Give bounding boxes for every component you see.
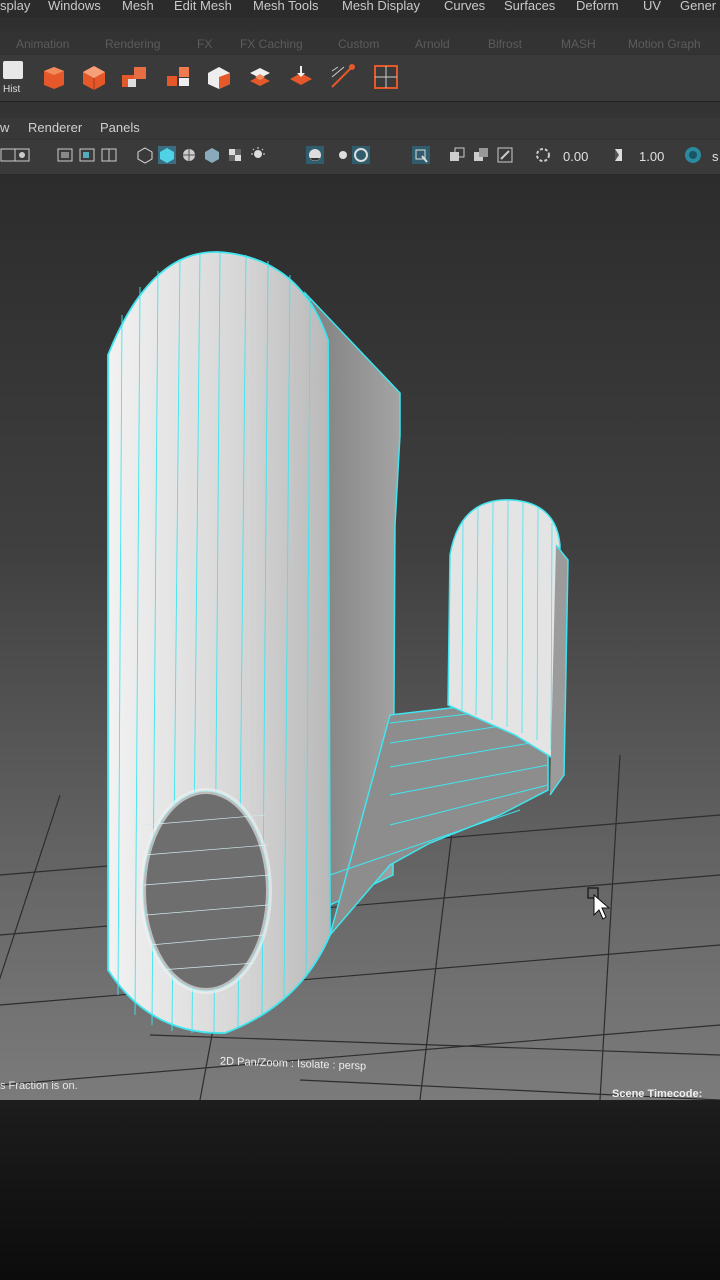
hud-scene-timecode: Scene Timecode: <box>612 1088 703 1100</box>
polygon-modeling-shelf: Hist <box>0 55 720 102</box>
gamma-icon[interactable] <box>610 146 628 164</box>
history-button[interactable]: Hist <box>0 58 28 98</box>
menu-surfaces[interactable]: Surfaces <box>504 0 555 13</box>
extract-icon[interactable] <box>205 63 233 91</box>
status-line: s Fraction is on. <box>0 1080 78 1092</box>
menu-edit-mesh[interactable]: Edit Mesh <box>174 0 232 13</box>
combine-icon[interactable] <box>120 63 148 91</box>
smooth-icon[interactable] <box>246 63 274 91</box>
uv-editor-icon[interactable] <box>372 63 400 91</box>
monitor-bezel <box>0 1108 720 1280</box>
resolution-gate-icon[interactable] <box>100 146 118 164</box>
xray-icon[interactable] <box>448 146 466 164</box>
bridge-icon[interactable] <box>287 63 315 91</box>
wireframe-on-shaded-icon[interactable] <box>180 146 198 164</box>
color-management-icon[interactable] <box>684 146 702 164</box>
tab-custom[interactable]: Custom <box>338 37 379 51</box>
menu-mesh-display[interactable]: Mesh Display <box>342 0 420 13</box>
tab-animation[interactable]: Animation <box>16 37 69 51</box>
menu-renderer[interactable]: Renderer <box>28 120 82 135</box>
tab-mash[interactable]: MASH <box>561 37 596 51</box>
mouse-cursor-icon <box>587 887 611 920</box>
viewport-scene <box>0 251 720 1100</box>
exposure-value[interactable]: 0.00 <box>563 149 588 164</box>
separate-icon[interactable] <box>164 63 192 91</box>
xray-joints-icon[interactable] <box>472 146 490 164</box>
tab-arnold[interactable]: Arnold <box>415 37 450 51</box>
tab-rendering[interactable]: Rendering <box>105 37 160 51</box>
motion-blur-icon[interactable] <box>352 146 370 164</box>
panel-menubar: w Renderer Panels <box>0 118 720 138</box>
gamma-value[interactable]: 1.00 <box>639 149 664 164</box>
menu-view[interactable]: w <box>0 120 9 135</box>
polygon-prism-icon[interactable] <box>40 63 68 91</box>
shadows-icon[interactable] <box>306 146 324 164</box>
perspective-viewport[interactable] <box>0 175 720 1100</box>
menu-panels[interactable]: Panels <box>100 120 140 135</box>
panel-toolbar: 0.00 1.00 s <box>0 140 720 175</box>
menu-mesh-tools[interactable]: Mesh Tools <box>253 0 319 13</box>
lighting-icon[interactable] <box>249 146 267 164</box>
tab-fx-caching[interactable]: FX Caching <box>240 37 303 51</box>
xray-active-icon[interactable] <box>496 146 514 164</box>
film-gate-icon[interactable] <box>78 146 96 164</box>
wireframe-shading-icon[interactable] <box>136 146 154 164</box>
tab-fx[interactable]: FX <box>197 37 212 51</box>
menu-deform[interactable]: Deform <box>576 0 619 13</box>
bevel-icon[interactable] <box>328 63 356 91</box>
menu-windows[interactable]: Windows <box>48 0 101 13</box>
shelf-tab-bar: Animation Rendering FX FX Caching Custom… <box>0 32 720 54</box>
history-label: Hist <box>3 84 21 95</box>
menu-generate[interactable]: Gener <box>680 0 716 13</box>
maya-app-window: splay Windows Mesh Edit Mesh Mesh Tools … <box>0 0 720 1280</box>
tab-bifrost[interactable]: Bifrost <box>488 37 522 51</box>
smooth-shade-icon[interactable] <box>158 146 176 164</box>
main-menubar: splay Windows Mesh Edit Mesh Mesh Tools … <box>0 0 720 18</box>
menu-uv[interactable]: UV <box>643 0 661 13</box>
exposure-icon[interactable] <box>534 146 552 164</box>
grid-toggle-icon[interactable] <box>56 146 74 164</box>
checker-icon[interactable] <box>226 146 244 164</box>
textured-icon[interactable] <box>203 146 221 164</box>
isolate-select-icon[interactable] <box>412 146 430 164</box>
menu-curves[interactable]: Curves <box>444 0 485 13</box>
history-icon <box>3 61 23 79</box>
menu-display[interactable]: splay <box>0 0 30 13</box>
polygon-cube-icon[interactable] <box>80 63 108 91</box>
tab-motion-graph[interactable]: Motion Graph <box>628 37 701 51</box>
bookmark-icon[interactable] <box>14 146 32 164</box>
menu-mesh[interactable]: Mesh <box>122 0 154 13</box>
ambient-occlusion-icon[interactable] <box>334 146 352 164</box>
view-transform-label[interactable]: s <box>712 149 719 164</box>
